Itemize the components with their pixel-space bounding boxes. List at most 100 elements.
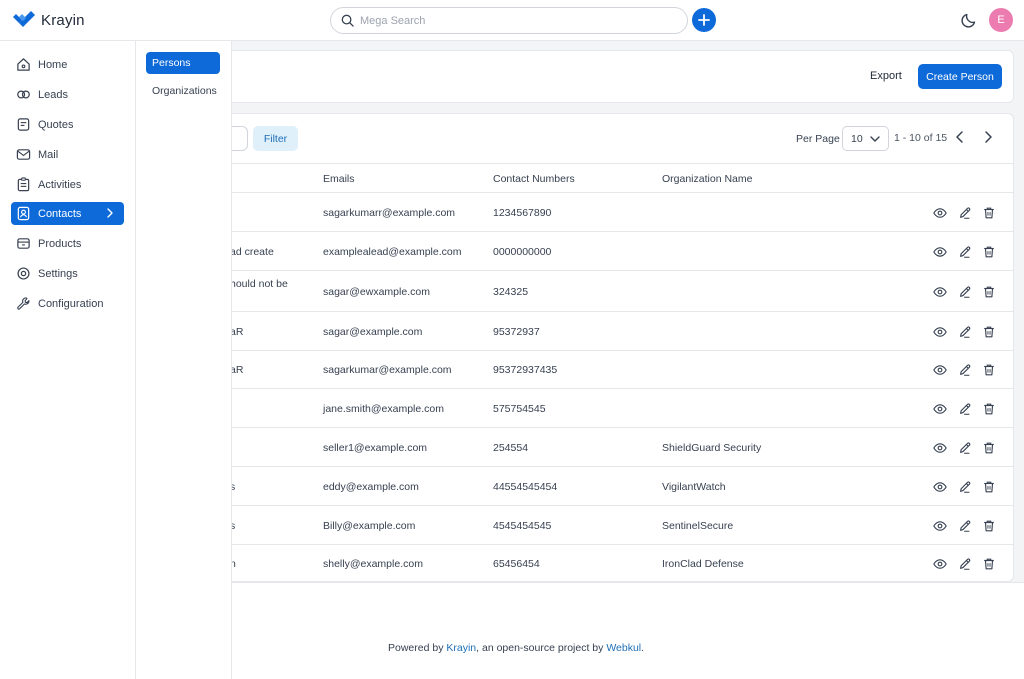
sidebar-item-mail[interactable]: Mail bbox=[11, 143, 124, 166]
delete-icon[interactable] bbox=[982, 519, 996, 533]
sidebar-item-contacts[interactable]: Contacts bbox=[11, 202, 124, 225]
view-icon[interactable] bbox=[933, 206, 947, 220]
table-row: jane.smith@example.com 575754545 bbox=[232, 389, 1013, 428]
organization-cell: ShieldGuard Security bbox=[662, 442, 762, 454]
view-icon[interactable] bbox=[933, 557, 947, 571]
email-cell: seller1@example.com bbox=[323, 442, 428, 454]
edit-icon[interactable] bbox=[958, 363, 972, 377]
per-page-label: Per Page bbox=[796, 133, 840, 145]
column-header-contact-numbers[interactable]: Contact Numbers bbox=[493, 173, 575, 185]
subnav-item-organizations[interactable]: Organizations bbox=[146, 80, 230, 102]
sidebar-item-label: Activities bbox=[38, 178, 82, 191]
sidebar-item-quotes[interactable]: Quotes bbox=[11, 113, 124, 136]
organization-cell: IronClad Defense bbox=[662, 558, 744, 570]
webkul-link[interactable]: Webkul bbox=[606, 642, 641, 654]
delete-icon[interactable] bbox=[982, 206, 996, 220]
table-header: Emails Contact Numbers Organization Name bbox=[232, 163, 1013, 193]
krayin-logo-icon bbox=[13, 11, 35, 27]
contact-number-cell: 324325 bbox=[493, 286, 529, 298]
configuration-icon bbox=[17, 297, 30, 310]
person-name-cell[interactable]: aR bbox=[232, 326, 243, 338]
mega-search[interactable] bbox=[330, 7, 688, 34]
footer-middle: , an open-source project by bbox=[476, 642, 607, 654]
filter-button[interactable]: Filter bbox=[253, 126, 298, 151]
view-icon[interactable] bbox=[933, 441, 947, 455]
contact-number-cell: 254554 bbox=[493, 442, 529, 454]
persons-datagrid: Filter Per Page 10 1 - 10 of 15 Emails C… bbox=[232, 113, 1014, 582]
footer-suffix: . bbox=[641, 642, 645, 654]
sidebar-item-products[interactable]: Products bbox=[11, 232, 124, 255]
person-name-cell[interactable]: ad create bbox=[232, 246, 274, 258]
logo[interactable]: Krayin bbox=[13, 11, 85, 29]
chevron-right-icon bbox=[107, 208, 113, 218]
table-row: s eddy@example.com 44554545454 VigilantWatc… bbox=[232, 467, 1013, 506]
email-cell: sagarkumar@example.com bbox=[323, 364, 452, 376]
brand-name: Krayin bbox=[41, 11, 85, 29]
edit-icon[interactable] bbox=[958, 519, 972, 533]
products-icon bbox=[17, 238, 30, 249]
person-name-cell[interactable]: s bbox=[232, 481, 235, 493]
edit-icon[interactable] bbox=[958, 402, 972, 416]
view-icon[interactable] bbox=[933, 480, 947, 494]
table-row: n shelly@example.com 65456454 IronClad Defe… bbox=[232, 545, 1013, 581]
person-name-cell[interactable]: aR bbox=[232, 364, 243, 376]
person-name-cell[interactable]: n bbox=[232, 558, 236, 570]
delete-icon[interactable] bbox=[982, 402, 996, 416]
sidebar-item-leads[interactable]: Leads bbox=[11, 83, 124, 106]
sidebar-item-settings[interactable]: Settings bbox=[11, 262, 124, 285]
delete-icon[interactable] bbox=[982, 245, 996, 259]
edit-icon[interactable] bbox=[958, 480, 972, 494]
sidebar-item-activities[interactable]: Activities bbox=[11, 173, 124, 196]
delete-icon[interactable] bbox=[982, 441, 996, 455]
plus-icon bbox=[698, 14, 710, 26]
edit-icon[interactable] bbox=[958, 557, 972, 571]
person-name-cell[interactable]: s bbox=[232, 520, 235, 532]
column-header-organization-name[interactable]: Organization Name bbox=[662, 173, 752, 185]
sidebar-item-configuration[interactable]: Configuration bbox=[11, 292, 124, 315]
leads-icon bbox=[17, 90, 30, 99]
activities-icon bbox=[17, 177, 30, 192]
delete-icon[interactable] bbox=[982, 325, 996, 339]
chevron-right-icon[interactable] bbox=[982, 130, 994, 144]
contact-number-cell: 95372937 bbox=[493, 326, 540, 338]
moon-icon[interactable] bbox=[960, 11, 978, 29]
create-person-button[interactable]: Create Person bbox=[918, 64, 1002, 89]
chevron-left-icon[interactable] bbox=[954, 130, 966, 144]
edit-icon[interactable] bbox=[958, 325, 972, 339]
edit-icon[interactable] bbox=[958, 285, 972, 299]
per-page-select[interactable]: 10 bbox=[842, 126, 889, 151]
delete-icon[interactable] bbox=[982, 480, 996, 494]
settings-icon bbox=[17, 267, 30, 280]
contact-number-cell: 575754545 bbox=[493, 403, 546, 415]
sidebar-item-label: Mail bbox=[38, 148, 59, 161]
view-icon[interactable] bbox=[933, 245, 947, 259]
email-cell: sagar@example.com bbox=[323, 326, 423, 338]
quick-create-button[interactable] bbox=[692, 8, 716, 32]
view-icon[interactable] bbox=[933, 285, 947, 299]
person-name-cell[interactable]: hould not be bbox=[232, 278, 288, 290]
view-icon[interactable] bbox=[933, 325, 947, 339]
table-row: s Billy@example.com 4545454545 SentinelSecu… bbox=[232, 506, 1013, 545]
edit-icon[interactable] bbox=[958, 245, 972, 259]
delete-icon[interactable] bbox=[982, 557, 996, 571]
organization-cell: SentinelSecure bbox=[662, 520, 734, 532]
edit-icon[interactable] bbox=[958, 206, 972, 220]
view-icon[interactable] bbox=[933, 519, 947, 533]
datagrid-search-input[interactable] bbox=[232, 126, 248, 151]
search-input[interactable] bbox=[360, 14, 660, 27]
home-icon bbox=[17, 58, 30, 71]
table-row: aR sagar@example.com 95372937 bbox=[232, 312, 1013, 351]
sidebar-item-label: Quotes bbox=[38, 118, 74, 131]
view-icon[interactable] bbox=[933, 402, 947, 416]
export-button[interactable]: Export bbox=[870, 70, 902, 82]
sidebar-item-label: Configuration bbox=[38, 297, 104, 310]
avatar[interactable]: E bbox=[989, 8, 1013, 32]
krayin-link[interactable]: Krayin bbox=[446, 642, 476, 654]
view-icon[interactable] bbox=[933, 363, 947, 377]
sidebar-item-home[interactable]: Home bbox=[11, 53, 124, 76]
edit-icon[interactable] bbox=[958, 441, 972, 455]
delete-icon[interactable] bbox=[982, 363, 996, 377]
delete-icon[interactable] bbox=[982, 285, 996, 299]
column-header-emails[interactable]: Emails bbox=[323, 173, 355, 185]
subnav-item-persons[interactable]: Persons bbox=[146, 52, 220, 74]
